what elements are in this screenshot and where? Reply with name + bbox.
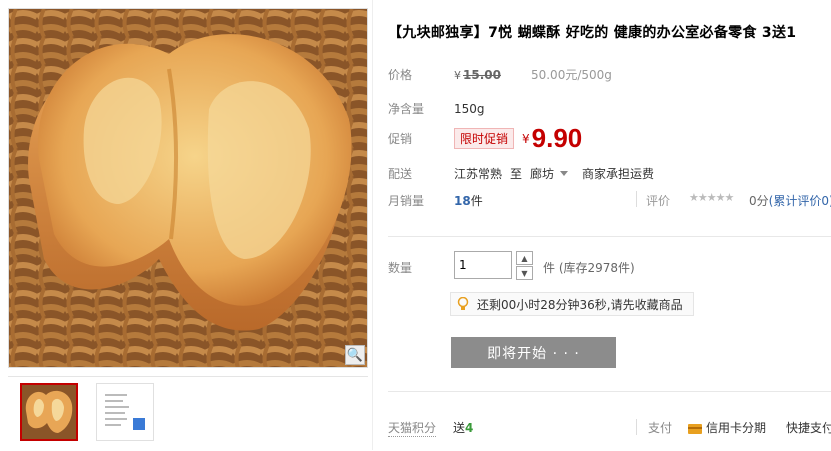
net-weight-value: 150g	[454, 101, 485, 116]
rating-label: 评价	[646, 194, 671, 208]
sales-unit: 件	[470, 194, 483, 208]
payment-label: 支付	[648, 421, 673, 435]
buy-button[interactable]: 即将开始 · · ·	[451, 337, 616, 368]
separator	[636, 191, 637, 207]
points-value: 4	[465, 421, 474, 435]
section-divider	[388, 391, 831, 392]
countdown-text: 还剩00小时28分钟36秒,请先收藏商品	[477, 297, 683, 312]
sales-row: 月销量 18 件	[388, 192, 483, 209]
net-weight-label: 净含量	[388, 102, 425, 116]
currency-symbol: ¥	[454, 68, 461, 82]
quantity-increase-button[interactable]: ▲	[516, 251, 533, 265]
shipping-label: 配送	[388, 167, 413, 181]
credit-installment-label: 信用卡分期	[706, 421, 767, 435]
column-divider	[372, 0, 373, 450]
tmall-points-label[interactable]: 天猫积分	[388, 419, 437, 437]
shipping-to-word: 至	[510, 167, 523, 181]
points-info: 送4	[453, 419, 473, 436]
promo-row: 促销 限时促销 ¥ 9.90	[388, 123, 582, 154]
promo-price: 9.90	[531, 123, 583, 153]
promo-tag: 限时促销	[454, 128, 515, 149]
section-divider	[388, 236, 831, 237]
quantity-label: 数量	[388, 261, 413, 275]
unit-price: 50.00元/500g	[530, 68, 612, 82]
chevron-down-icon: ▼	[521, 268, 528, 278]
lightbulb-icon	[457, 297, 469, 310]
magnifier-icon: 🔍	[346, 347, 364, 363]
thumbnail-info-image	[97, 384, 153, 440]
promo-label: 促销	[388, 132, 413, 146]
countdown-notice: 还剩00小时28分钟36秒,请先收藏商品	[450, 292, 694, 316]
credit-card-icon	[688, 423, 702, 434]
points-send: 送	[453, 421, 466, 435]
chevron-up-icon: ▲	[521, 253, 528, 263]
separator	[636, 419, 637, 435]
rating-value: 0分(累计评价0)	[749, 192, 831, 209]
thumbnail-1[interactable]	[20, 383, 78, 441]
sales-label: 月销量	[388, 194, 425, 208]
chevron-down-icon[interactable]	[560, 171, 569, 176]
rating-score: 0分	[749, 194, 769, 208]
product-title: 【九块邮独享】7悦 蝴蝶酥 好吃的 健康的办公室必备零食 3送1	[388, 25, 797, 41]
net-weight-row: 净含量 150g	[388, 100, 485, 117]
original-price: ¥15.00	[454, 68, 501, 82]
quantity-input[interactable]	[454, 251, 512, 279]
quantity-row: 数量	[388, 259, 454, 276]
quantity-decrease-button[interactable]: ▼	[516, 266, 533, 280]
thumbnail-strip	[8, 376, 368, 451]
shipping-destination[interactable]: 廊坊	[530, 165, 554, 182]
thumbnail-2[interactable]	[96, 383, 154, 441]
shipping-from: 江苏常熟	[454, 167, 503, 181]
rating-stars: ★★★★★	[689, 191, 734, 204]
promo-currency: ¥	[522, 131, 530, 146]
shipping-row: 配送 江苏常熟 至 廊坊 商家承担运费	[388, 165, 654, 182]
price-label: 价格	[388, 68, 413, 82]
quick-pay[interactable]: 快捷支付	[786, 419, 831, 436]
credit-installment[interactable]: 信用卡分期	[688, 419, 766, 436]
thumbnail-pastry-image	[22, 385, 76, 439]
stock-info: 件 (库存2978件)	[543, 261, 635, 275]
review-count-link[interactable]: (累计评价0)	[769, 194, 831, 208]
zoom-button[interactable]: 🔍	[345, 345, 365, 365]
price-row: 价格 ¥15.00 50.00元/500g	[388, 66, 612, 83]
original-price-value: 15.00	[463, 67, 501, 82]
shipping-fee: 商家承担运费	[582, 167, 655, 181]
sales-count: 18	[454, 193, 471, 208]
pastry-illustration	[9, 9, 367, 367]
main-product-image[interactable]: 🔍	[8, 8, 368, 368]
